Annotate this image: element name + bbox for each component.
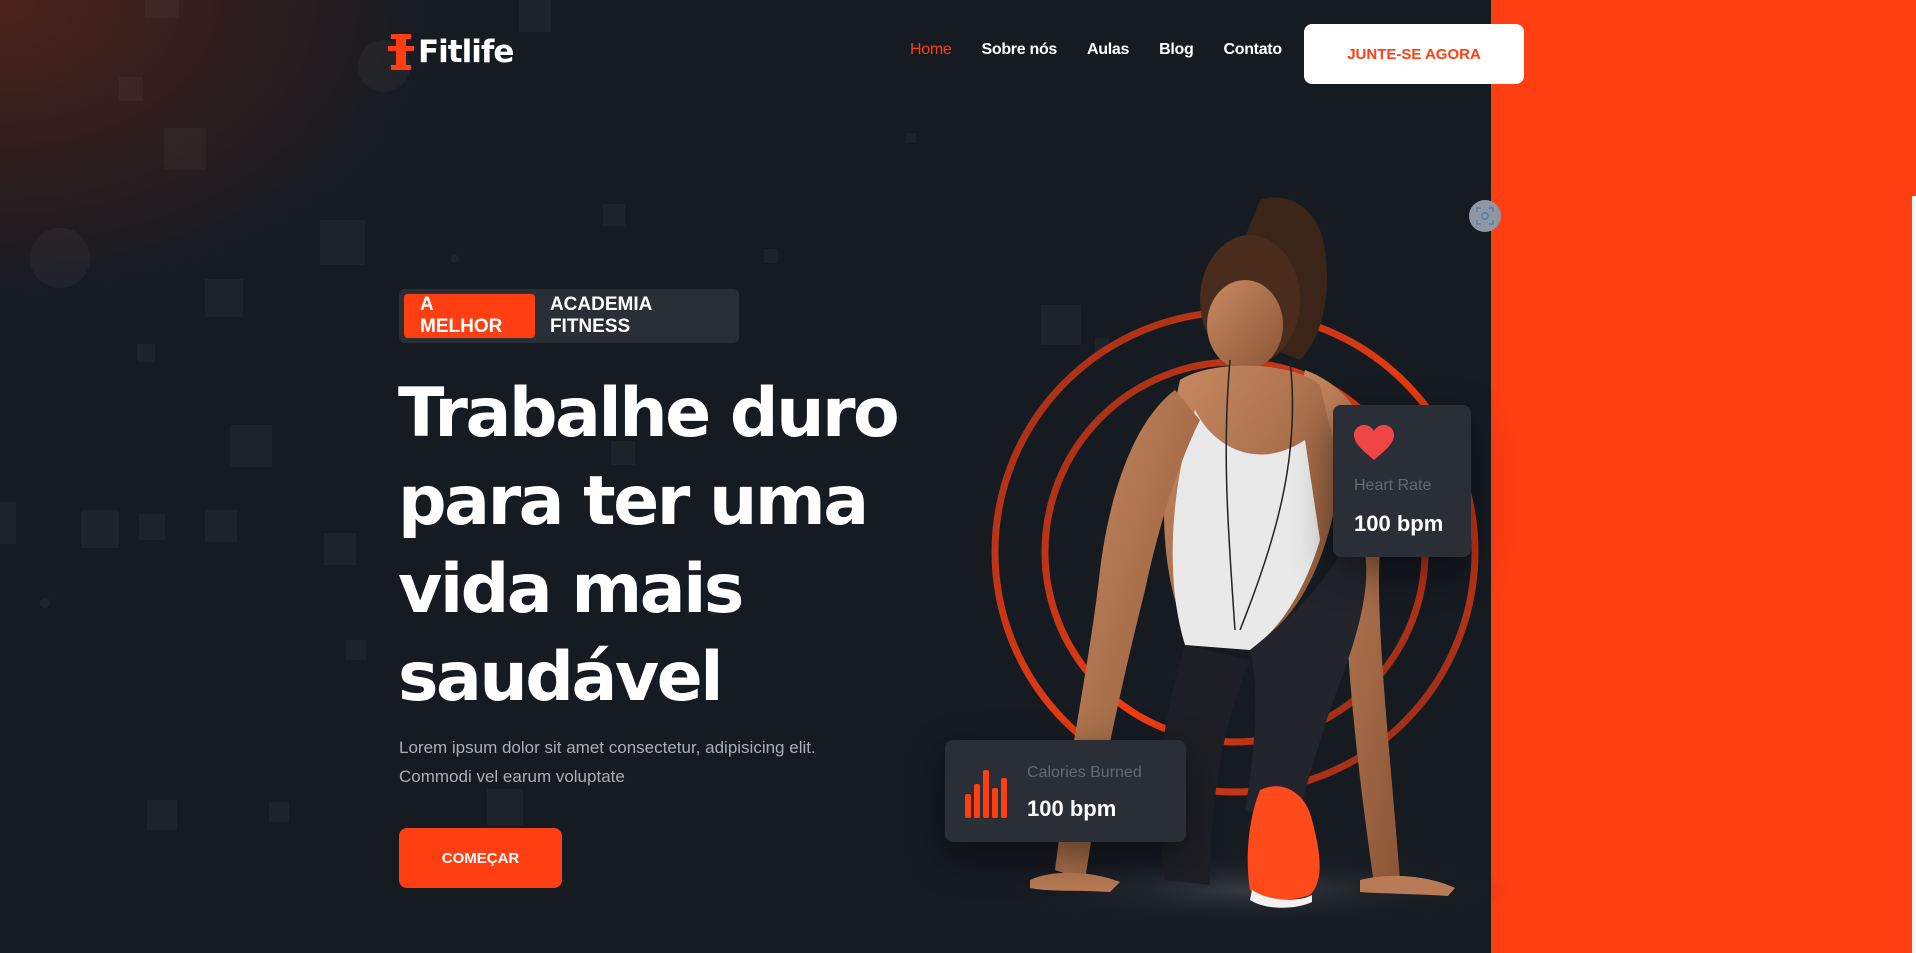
- heart-rate-label: Heart Rate: [1354, 477, 1432, 494]
- nav-blog[interactable]: Blog: [1159, 41, 1194, 59]
- hero-subtitle-line: Lorem ipsum dolor sit amet consectetur, …: [399, 738, 816, 757]
- scan-icon[interactable]: [1469, 200, 1501, 232]
- calories-value: 100 bpm: [1027, 796, 1117, 821]
- badge-highlight: A MELHOR: [404, 294, 535, 338]
- hero-badge: A MELHOR ACADEMIA FITNESS: [399, 289, 739, 343]
- calories-label: Calories Burned: [1027, 764, 1142, 781]
- badge-text: ACADEMIA FITNESS: [549, 294, 652, 337]
- hero-subtitle-line: Commodi vel earum voluptate: [399, 767, 625, 786]
- brand-logo[interactable]: Fitlife: [388, 32, 514, 72]
- hero-subtitle: Lorem ipsum dolor sit amet consectetur, …: [399, 733, 899, 791]
- nav-classes[interactable]: Aulas: [1087, 41, 1129, 59]
- hero-title-line: para ter uma: [398, 462, 869, 541]
- hero-title-line: Trabalhe duro: [398, 374, 900, 453]
- nav-contact[interactable]: Contato: [1223, 41, 1282, 59]
- bar-chart-icon: [965, 770, 1007, 823]
- accent-panel: [1491, 0, 1916, 953]
- heart-icon: [1354, 425, 1394, 466]
- hero-title-line: vida mais: [398, 550, 744, 629]
- hero-title-line: saudável: [398, 638, 724, 717]
- start-button[interactable]: COMEÇAR: [399, 828, 562, 888]
- main-nav: Home Sobre nós Aulas Blog Contato: [910, 41, 1282, 59]
- heart-rate-card: Heart Rate 100 bpm: [1333, 405, 1471, 557]
- join-now-button[interactable]: JUNTE-SE AGORA: [1304, 24, 1524, 84]
- nav-about[interactable]: Sobre nós: [981, 41, 1057, 59]
- dumbbell-icon: [388, 33, 414, 71]
- nav-home[interactable]: Home: [910, 41, 952, 59]
- brand-name: Fitlife: [418, 34, 514, 70]
- calories-card: Calories Burned 100 bpm: [945, 740, 1186, 842]
- heart-rate-value: 100 bpm: [1354, 511, 1444, 536]
- scrollbar[interactable]: [1912, 196, 1916, 953]
- hero-title: Trabalhe duro para ter uma vida mais sau…: [398, 370, 918, 722]
